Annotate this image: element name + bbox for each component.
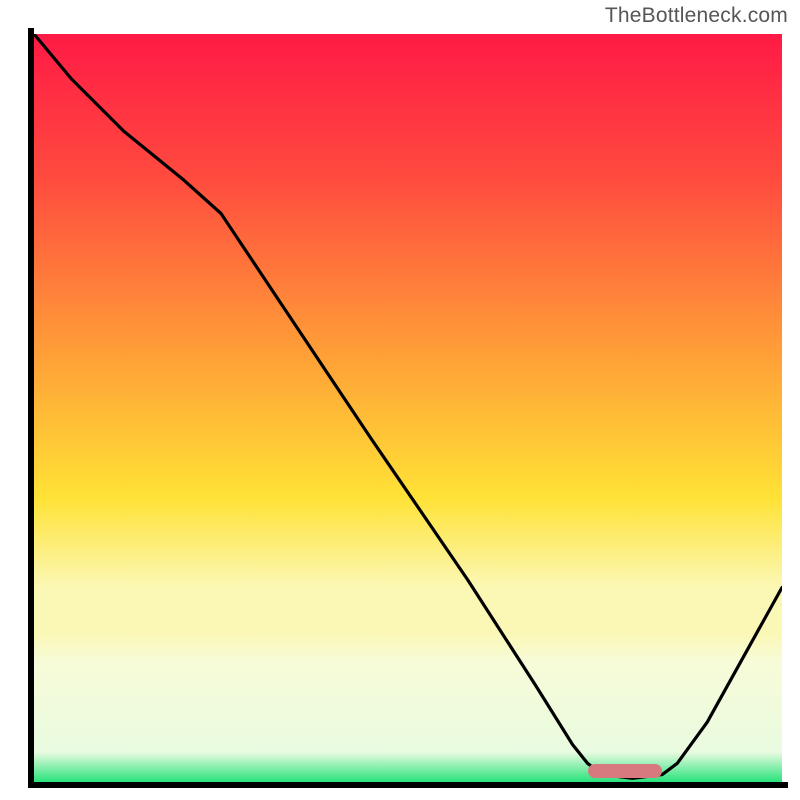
y-axis: [28, 28, 34, 788]
optimal-range-marker: [588, 764, 663, 778]
plot-area: [34, 34, 782, 782]
x-axis: [28, 782, 788, 788]
watermark-text: TheBottleneck.com: [605, 4, 788, 28]
chart-canvas: TheBottleneck.com: [0, 0, 800, 800]
